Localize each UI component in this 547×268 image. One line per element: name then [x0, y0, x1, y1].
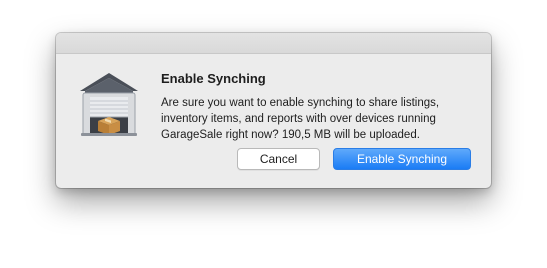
enable-synching-button[interactable]: Enable Synching: [333, 148, 471, 170]
alert-dialog: Enable Synching Are sure you want to ena…: [56, 33, 491, 188]
dialog-message: Are sure you want to enable synching to …: [161, 97, 440, 141]
cancel-button[interactable]: Cancel: [237, 148, 320, 170]
garage-app-icon: [78, 71, 140, 137]
title-bar: [56, 33, 491, 54]
dialog-title: Enable Synching: [161, 71, 266, 86]
